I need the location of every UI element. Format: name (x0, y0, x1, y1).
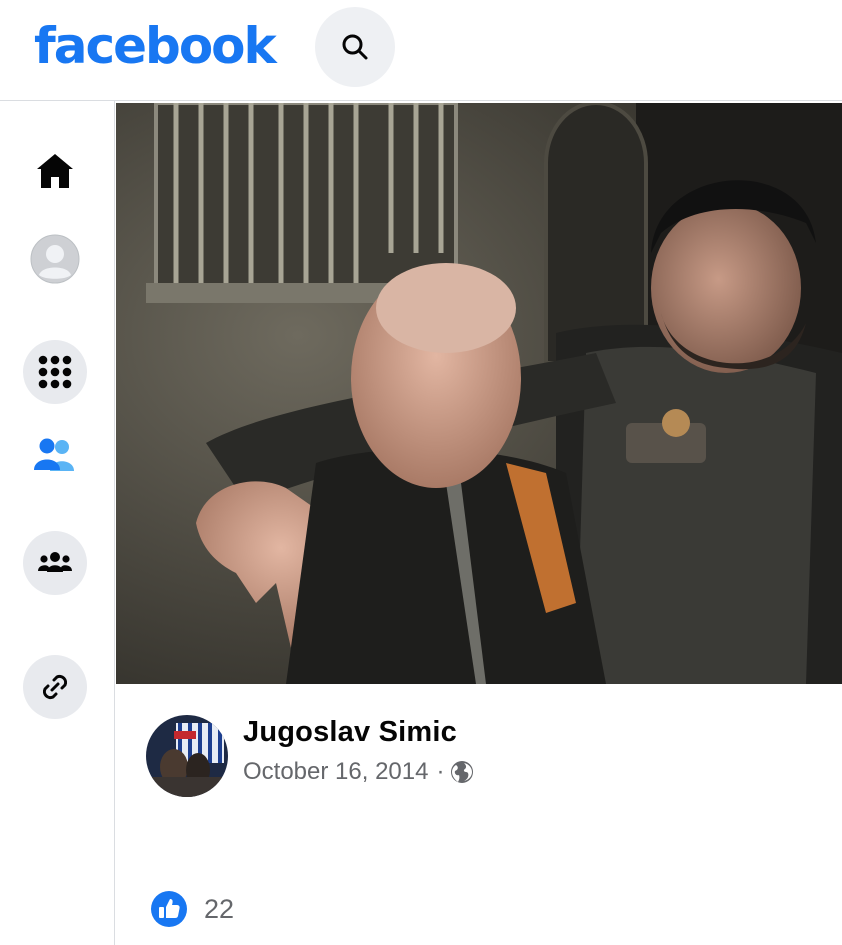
author-avatar-image (146, 715, 228, 797)
sidebar-item-groups[interactable] (23, 531, 87, 595)
left-sidebar (0, 101, 115, 945)
top-bar: facebook (0, 0, 842, 101)
link-icon (42, 674, 68, 700)
reactions-summary[interactable]: 22 (150, 890, 234, 928)
post-photo[interactable] (116, 103, 842, 684)
sidebar-item-profile[interactable] (23, 227, 87, 291)
author-avatar[interactable] (146, 715, 228, 797)
globe-icon[interactable] (450, 760, 474, 784)
search-icon (342, 34, 368, 60)
like-icon (151, 891, 187, 927)
author-name[interactable]: Jugoslav Simic (243, 716, 457, 749)
search-button[interactable] (315, 7, 395, 87)
home-icon (37, 154, 73, 188)
apps-grid-icon (38, 355, 72, 389)
sidebar-item-apps[interactable] (23, 340, 87, 404)
post-date[interactable]: October 16, 2014 (243, 758, 428, 786)
friends-icon (34, 438, 74, 471)
sidebar-item-link[interactable] (23, 655, 87, 719)
likes-count: 22 (204, 893, 235, 924)
sidebar-item-home[interactable] (23, 139, 87, 203)
post-meta: October 16, 2014 · (243, 758, 474, 786)
meta-separator: · (436, 758, 445, 785)
post-photo-illustration (116, 103, 842, 684)
profile-avatar-icon (30, 234, 80, 284)
sidebar-item-friends[interactable] (23, 423, 87, 487)
facebook-logo[interactable]: facebook (34, 14, 277, 78)
groups-icon (38, 552, 72, 572)
